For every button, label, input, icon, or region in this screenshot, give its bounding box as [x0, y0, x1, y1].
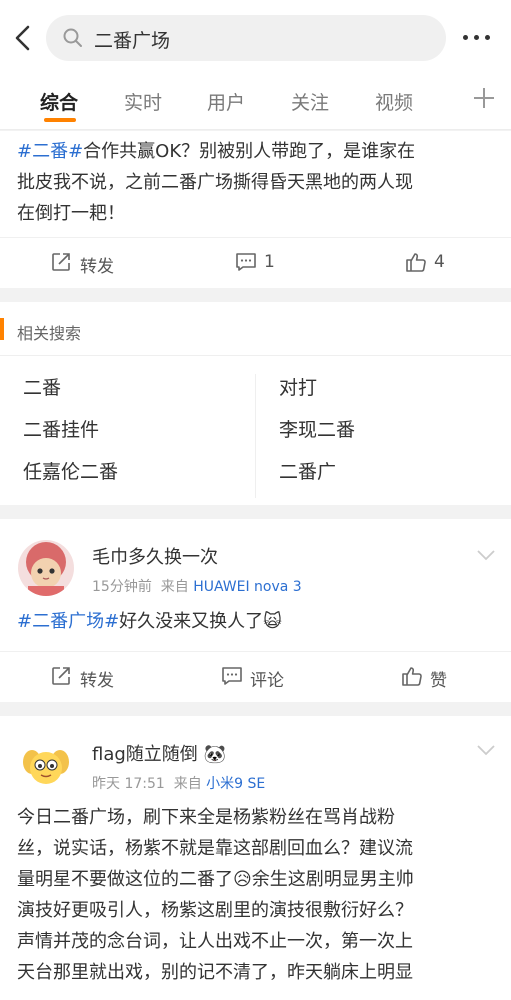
- comment-count: 1: [264, 252, 275, 272]
- related-searches-title: 相关搜索: [17, 324, 82, 343]
- avatar[interactable]: [18, 736, 74, 792]
- post-meta: 15分钟前 来自 HUAWEI nova 3: [92, 579, 302, 595]
- tab-following[interactable]: 关注: [291, 88, 329, 115]
- emoji: 🙀: [263, 611, 282, 632]
- thumbs-up-icon: [402, 667, 422, 686]
- related-item[interactable]: 任嘉伦二番: [23, 457, 118, 484]
- avatar-emoji-image: [18, 736, 74, 792]
- post-actions: 转发 评论 赞: [0, 651, 511, 701]
- username-emoji: 🐼: [203, 744, 226, 765]
- related-item[interactable]: 二番挂件: [23, 415, 99, 442]
- post-meta: 昨天 17:51 来自 小米9 SE: [92, 776, 266, 792]
- thumbs-up-icon: [406, 253, 426, 272]
- username[interactable]: flag随立随倒 🐼: [92, 740, 226, 766]
- post-card: #二番#合作共赢OK？别被别人带跑了，是谁家在 批皮我不说，之前二番广场撕得昏天…: [0, 131, 511, 288]
- chevron-down-icon[interactable]: [476, 549, 496, 561]
- comment-icon: [222, 667, 242, 685]
- top-bar: 二番广场: [0, 0, 511, 74]
- post-source[interactable]: 小米9 SE: [206, 776, 265, 792]
- tab-video[interactable]: 视频: [375, 88, 413, 115]
- post-text: 今日二番广场，刷下来全是杨紫粉丝在骂肖战粉 丝，说实话，杨紫不就是靠这部剧回血么…: [17, 807, 414, 983]
- related-item[interactable]: 二番广: [279, 457, 336, 484]
- chevron-down-icon[interactable]: [476, 744, 496, 756]
- search-query: 二番广场: [94, 30, 171, 52]
- post-card: flag随立随倒 🐼 昨天 17:51 来自 小米9 SE 今日二番广场，刷下来…: [0, 716, 511, 1000]
- related-item[interactable]: 对打: [279, 373, 317, 400]
- section-accent-bar: [0, 318, 4, 340]
- active-tab-indicator: [44, 118, 76, 122]
- related-item[interactable]: 二番: [23, 373, 61, 400]
- comment-icon: [236, 253, 256, 271]
- tab-bar: 综合 实时 用户 关注 视频: [0, 74, 511, 130]
- avatar-cat-image: [18, 540, 74, 596]
- post-text: #二番广场#好久没来又换人了🙀: [17, 611, 282, 632]
- related-searches: 相关搜索 二番 对打 二番挂件 李现二番 任嘉伦二番 二番广: [0, 302, 511, 505]
- tab-realtime[interactable]: 实时: [124, 88, 162, 115]
- tab-users[interactable]: 用户: [207, 88, 245, 115]
- search-icon: [63, 28, 82, 47]
- like-count: 4: [434, 252, 445, 272]
- add-tab-icon[interactable]: [472, 86, 496, 110]
- hashtag-link[interactable]: #二番广场#: [17, 611, 119, 632]
- column-divider: [255, 374, 256, 498]
- more-options-icon[interactable]: [460, 33, 496, 43]
- hashtag-link[interactable]: #二番#: [17, 141, 83, 162]
- related-item[interactable]: 李现二番: [279, 415, 355, 442]
- post-text: #二番#合作共赢OK？别被别人带跑了，是谁家在 批皮我不说，之前二番广场撕得昏天…: [17, 141, 416, 224]
- divider: [0, 355, 511, 356]
- repost-icon: [52, 253, 70, 271]
- tab-general[interactable]: 综合: [40, 88, 78, 115]
- username[interactable]: 毛巾多久换一次: [92, 543, 218, 569]
- post-actions: 转发 1 4: [0, 237, 511, 287]
- post-source[interactable]: HUAWEI nova 3: [193, 579, 302, 595]
- back-arrow-icon[interactable]: [12, 24, 34, 52]
- post-card: 毛巾多久换一次 15分钟前 来自 HUAWEI nova 3 #二番广场#好久没…: [0, 519, 511, 702]
- search-input[interactable]: 二番广场: [46, 15, 446, 61]
- avatar[interactable]: [18, 540, 74, 596]
- repost-icon: [52, 667, 70, 685]
